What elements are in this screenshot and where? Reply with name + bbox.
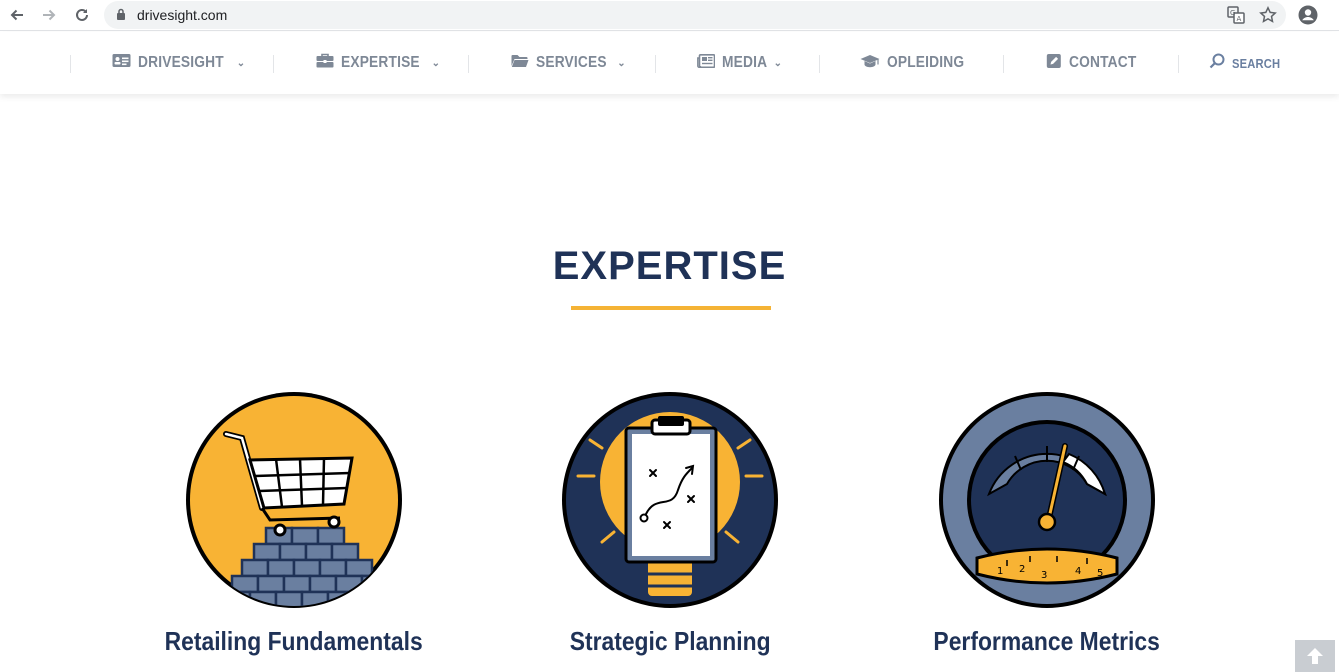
expertise-card-strategic[interactable]: Strategic Planning xyxy=(550,390,790,672)
nav-divider xyxy=(468,55,469,73)
nav-divider xyxy=(273,55,274,73)
toolbox-icon xyxy=(316,53,334,73)
forward-icon[interactable] xyxy=(38,4,60,26)
expertise-card-performance[interactable]: 1 2 3 4 5 Performance Metrics xyxy=(927,390,1167,672)
nav-item-label: OPLEIDING xyxy=(887,54,965,71)
reload-icon[interactable] xyxy=(71,4,93,26)
nav-item-expertise[interactable]: EXPERTISE ⌄ xyxy=(316,32,440,94)
star-icon[interactable] xyxy=(1257,4,1279,26)
address-bar[interactable]: drivesight.com xyxy=(104,1,1286,29)
nav-divider xyxy=(819,55,820,73)
title-underline xyxy=(571,306,771,310)
newspaper-icon xyxy=(697,53,716,73)
nav-divider xyxy=(1178,55,1179,73)
svg-text:5: 5 xyxy=(1097,568,1103,579)
chevron-down-icon: ⌄ xyxy=(236,57,246,69)
expertise-card-retailing[interactable]: Retailing Fundamentals xyxy=(165,390,423,672)
search-label: SEARCH xyxy=(1232,55,1281,71)
search-icon xyxy=(1209,53,1225,74)
id-card-icon xyxy=(112,53,131,73)
lock-icon xyxy=(116,8,126,26)
card-title: Performance Metrics xyxy=(933,626,1161,656)
nav-item-services[interactable]: SERVICES ⌄ xyxy=(511,32,626,94)
url-text: drivesight.com xyxy=(137,7,228,23)
nav-divider xyxy=(70,55,71,73)
main-navigation: DRIVESIGHT ⌄ EXPERTISE ⌄ SERVICES ⌄ MEDI… xyxy=(0,32,1339,94)
nav-item-label: EXPERTISE xyxy=(341,54,420,71)
nav-item-label: CONTACT xyxy=(1069,54,1137,71)
scroll-to-top-button[interactable] xyxy=(1295,640,1335,672)
speedometer-gauge-icon: 1 2 3 4 5 xyxy=(939,392,1155,608)
shopping-cart-on-bricks-icon xyxy=(186,392,402,608)
svg-text:1: 1 xyxy=(997,566,1003,577)
card-title: Strategic Planning xyxy=(569,626,771,656)
folder-icon xyxy=(511,54,529,73)
nav-divider xyxy=(1003,55,1004,73)
chevron-down-icon: ⌄ xyxy=(431,57,441,69)
nav-divider xyxy=(655,55,656,73)
translate-icon[interactable]: GA xyxy=(1225,4,1247,26)
nav-item-contact[interactable]: CONTACT xyxy=(1046,32,1147,94)
nav-item-media[interactable]: MEDIA ⌄ xyxy=(697,32,782,94)
card-title: Retailing Fundamentals xyxy=(164,626,424,656)
svg-text:G: G xyxy=(1230,9,1235,17)
edit-icon xyxy=(1046,53,1062,74)
svg-text:A: A xyxy=(1237,15,1242,23)
clipboard-strategy-icon xyxy=(562,392,778,608)
graduation-cap-icon xyxy=(860,54,880,73)
nav-item-label: DRIVESIGHT xyxy=(138,54,224,71)
chevron-down-icon: ⌄ xyxy=(773,57,783,69)
nav-item-drivesight[interactable]: DRIVESIGHT ⌄ xyxy=(112,32,245,94)
arrow-up-icon xyxy=(1307,648,1323,664)
svg-text:3: 3 xyxy=(1041,570,1047,581)
svg-text:4: 4 xyxy=(1075,566,1081,577)
account-icon[interactable] xyxy=(1297,4,1319,26)
nav-item-label: SERVICES xyxy=(536,54,607,71)
svg-text:2: 2 xyxy=(1019,564,1025,575)
section-title: EXPERTISE xyxy=(552,244,787,288)
nav-search[interactable]: SEARCH xyxy=(1209,32,1288,94)
browser-toolbar: drivesight.com GA xyxy=(0,0,1339,31)
nav-item-label: MEDIA xyxy=(722,54,768,71)
back-icon[interactable] xyxy=(6,4,28,26)
nav-item-opleiding[interactable]: OPLEIDING xyxy=(860,32,977,94)
chevron-down-icon: ⌄ xyxy=(617,57,626,69)
